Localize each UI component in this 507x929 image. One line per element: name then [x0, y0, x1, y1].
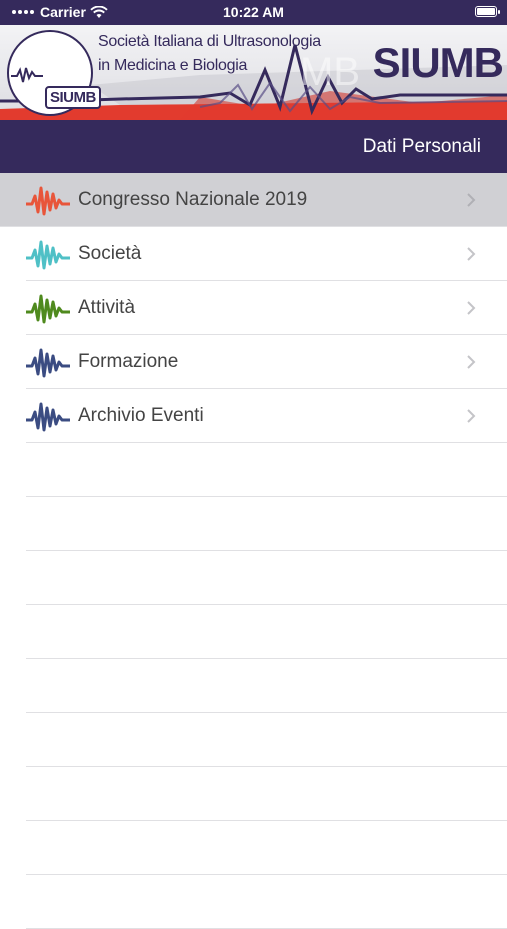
- menu-item-label: Società: [78, 243, 142, 264]
- empty-row: [0, 821, 507, 875]
- wave-icon: [26, 240, 70, 270]
- empty-row: [0, 767, 507, 821]
- menu-item-societa[interactable]: Società: [0, 227, 507, 281]
- nav-bar: Dati Personali: [0, 120, 507, 173]
- chevron-right-icon: [467, 247, 476, 261]
- menu-item-archivio-eventi[interactable]: Archivio Eventi: [0, 389, 507, 443]
- header-banner: MB SIUMB Società Italiana di Ultrasonolo…: [0, 25, 507, 120]
- chevron-right-icon: [467, 409, 476, 423]
- empty-row: [0, 605, 507, 659]
- logo-text: SIUMB: [45, 86, 101, 109]
- banner-subtitle-line1: Società Italiana di Ultrasonologia: [98, 33, 321, 50]
- menu-list: Congresso Nazionale 2019 Società Attivit…: [0, 173, 507, 929]
- menu-item-label: Archivio Eventi: [78, 405, 204, 426]
- empty-row: [0, 713, 507, 767]
- battery-icon: [475, 6, 500, 17]
- dati-personali-button[interactable]: Dati Personali: [363, 136, 481, 158]
- chevron-right-icon: [467, 301, 476, 315]
- empty-row: [0, 551, 507, 605]
- wave-icon: [26, 348, 70, 378]
- banner-brand: SIUMB: [372, 39, 504, 86]
- status-time: 10:22 AM: [223, 4, 284, 20]
- menu-item-attivita[interactable]: Attività: [0, 281, 507, 335]
- empty-row: [0, 443, 507, 497]
- empty-row: [0, 497, 507, 551]
- empty-row: [0, 875, 507, 929]
- status-bar: Carrier 10:22 AM: [0, 0, 507, 25]
- chevron-right-icon: [467, 355, 476, 369]
- wave-icon: [26, 294, 70, 324]
- menu-item-label: Congresso Nazionale 2019: [78, 189, 308, 210]
- banner-subtitle-line2: in Medicina e Biologia: [98, 57, 248, 74]
- menu-item-label: Formazione: [78, 351, 179, 372]
- chevron-right-icon: [467, 193, 476, 207]
- menu-item-congresso[interactable]: Congresso Nazionale 2019: [0, 173, 507, 227]
- menu-item-formazione[interactable]: Formazione: [0, 335, 507, 389]
- svg-text:MB: MB: [300, 50, 360, 94]
- wave-icon: [26, 402, 70, 432]
- wave-icon: [26, 186, 70, 216]
- menu-item-label: Attività: [78, 297, 136, 318]
- empty-row: [0, 659, 507, 713]
